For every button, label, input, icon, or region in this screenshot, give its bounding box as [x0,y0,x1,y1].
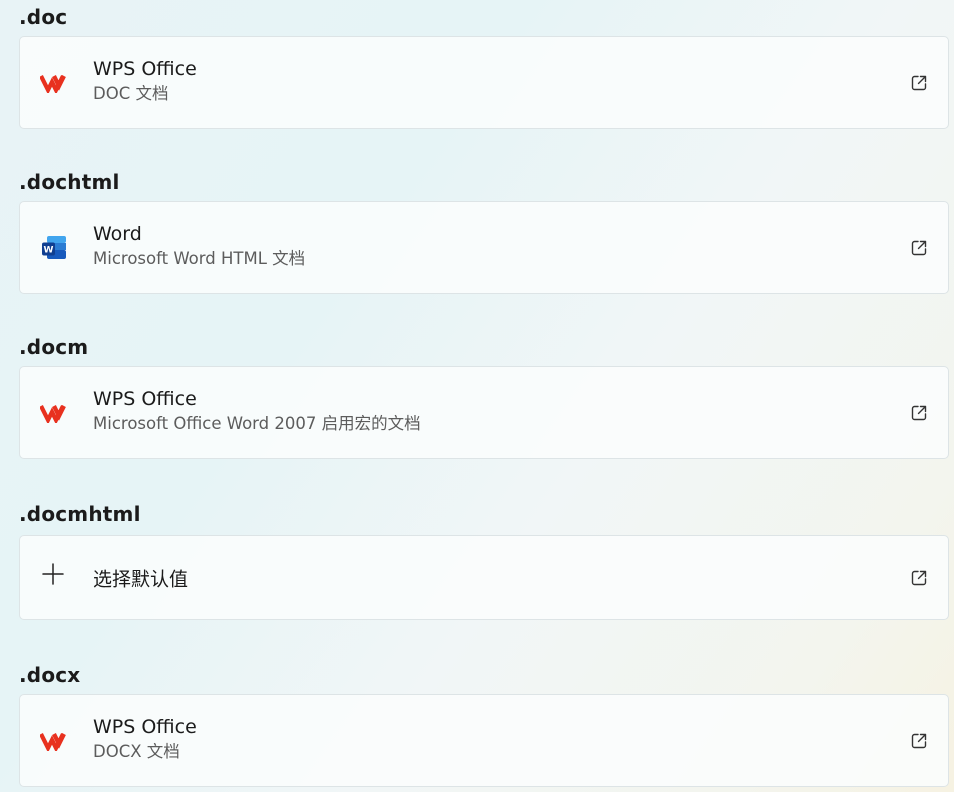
default-app-card-dochtml[interactable]: W Word Microsoft Word HTML 文档 [19,201,949,294]
app-name: WPS Office [93,716,197,738]
file-type-associations-list: .doc WPS Office DOC 文档 .dochtml W Word M… [19,0,949,787]
extension-heading-dochtml: .dochtml [19,170,120,194]
extension-heading-docmhtml: .docmhtml [19,502,141,526]
microsoft-word-icon: W [40,233,70,263]
choose-default-label: 选择默认值 [93,568,189,590]
plus-icon [42,563,64,585]
open-external-icon[interactable] [910,569,928,587]
app-name: WPS Office [93,58,197,80]
open-external-icon[interactable] [910,404,928,422]
app-name: Word [93,223,142,245]
extension-heading-doc: .doc [19,5,68,29]
choose-default-card-docmhtml[interactable]: 选择默认值 [19,535,949,620]
file-type-description: Microsoft Word HTML 文档 [93,249,306,268]
default-app-card-doc[interactable]: WPS Office DOC 文档 [19,36,949,129]
extension-heading-docm: .docm [19,335,89,359]
file-type-description: DOCX 文档 [93,742,180,761]
file-type-description: Microsoft Office Word 2007 启用宏的文档 [93,414,421,433]
app-info: WPS Office DOCX 文档 [93,714,197,763]
wps-office-icon [40,68,70,98]
file-type-description: DOC 文档 [93,84,169,103]
wps-office-icon [40,726,70,756]
open-external-icon[interactable] [910,74,928,92]
open-external-icon[interactable] [910,239,928,257]
app-name: WPS Office [93,388,197,410]
svg-text:W: W [44,245,54,255]
app-info: Word Microsoft Word HTML 文档 [93,221,305,270]
app-info: WPS Office Microsoft Office Word 2007 启用… [93,386,421,435]
default-app-card-docx[interactable]: WPS Office DOCX 文档 [19,694,949,787]
open-external-icon[interactable] [910,732,928,750]
app-info: WPS Office DOC 文档 [93,56,197,105]
default-app-card-docm[interactable]: WPS Office Microsoft Office Word 2007 启用… [19,366,949,459]
extension-heading-docx: .docx [19,663,81,687]
wps-office-icon [40,398,70,428]
